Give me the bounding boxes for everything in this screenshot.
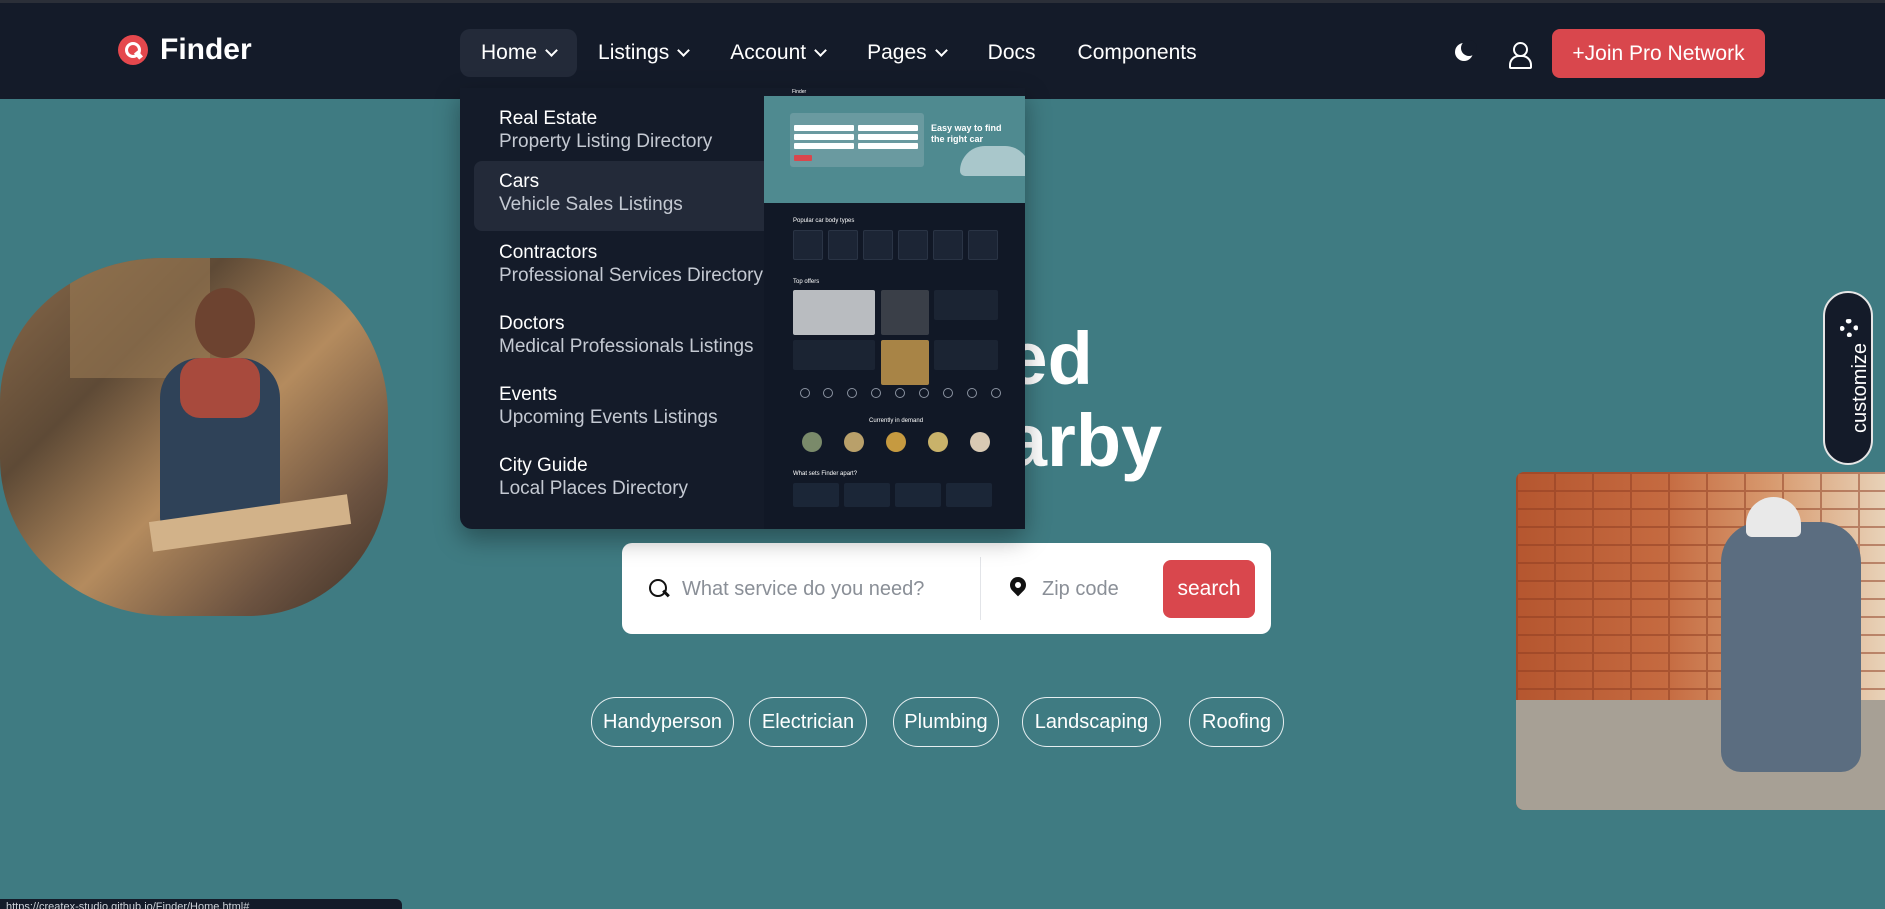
preview-hero: Finder Easy way to find the right car — [764, 88, 1025, 203]
customize-label: customize — [1849, 342, 1871, 433]
nav-components-label: Components — [1077, 41, 1197, 64]
menu-item-subtitle: Vehicle Sales Listings — [499, 194, 683, 215]
brand-name: Finder — [160, 33, 252, 66]
customize-button[interactable]: customize — [1823, 291, 1873, 465]
home-dropdown-menu: Real Estate Property Listing Directory C… — [460, 88, 1025, 529]
menu-item-title: Real Estate — [499, 108, 598, 129]
join-pro-network-button[interactable]: +Join Pro Network — [1552, 29, 1765, 78]
service-search-input[interactable] — [682, 568, 982, 610]
chevron-down-icon — [545, 44, 558, 57]
preview-section-title: What sets Finder apart? — [793, 471, 858, 477]
preview-search-form — [790, 113, 924, 167]
preview-navbar: Finder — [764, 88, 1025, 96]
nav-home-label: Home — [481, 41, 538, 64]
search-icon — [649, 579, 669, 599]
chip-landscaping[interactable]: Landscaping — [1022, 697, 1161, 747]
location-pin-icon — [1009, 577, 1027, 599]
chevron-down-icon — [934, 44, 948, 57]
chip-electrician[interactable]: Electrician — [749, 697, 867, 747]
nav-listings-label: Listings — [598, 41, 670, 64]
menu-item-subtitle: Property Listing Directory — [499, 131, 713, 152]
menu-item-subtitle: Local Places Directory — [499, 478, 689, 499]
menu-item-events[interactable]: Events Upcoming Events Listings — [474, 374, 774, 444]
menu-item-doctors[interactable]: Doctors Medical Professionals Listings — [474, 303, 774, 373]
cars-page-preview[interactable]: Finder Easy way to find the right car Po… — [764, 88, 1025, 529]
menu-item-real-estate[interactable]: Real Estate Property Listing Directory — [474, 98, 774, 168]
chip-handyperson[interactable]: Handyperson — [591, 697, 734, 747]
nav-listings[interactable]: Listings — [577, 29, 709, 77]
user-account-icon[interactable] — [1507, 41, 1532, 69]
chevron-down-icon — [677, 44, 691, 57]
nav-docs[interactable]: Docs — [967, 29, 1057, 77]
menu-item-subtitle: Upcoming Events Listings — [499, 407, 718, 428]
menu-item-cars[interactable]: Cars Vehicle Sales Listings — [474, 161, 774, 231]
brand-logo[interactable]: Finder — [118, 33, 252, 67]
zip-code-input[interactable] — [1042, 568, 1152, 610]
preview-section-title: Popular car body types — [793, 218, 855, 224]
nav-account[interactable]: Account — [709, 29, 846, 77]
preview-logo-text: Finder — [792, 89, 807, 95]
chip-plumbing[interactable]: Plumbing — [893, 697, 999, 747]
chevron-down-icon — [814, 44, 827, 57]
dark-mode-toggle-icon[interactable] — [1453, 40, 1477, 65]
category-chips: Handyperson Electrician Plumbing Landsca… — [0, 697, 1885, 747]
menu-item-contractors[interactable]: Contractors Professional Services Direct… — [474, 232, 774, 302]
bricklayer-photo — [1516, 472, 1885, 810]
menu-item-title: Events — [499, 384, 558, 405]
preview-section-title: Top offers — [793, 279, 820, 285]
nav-pages-label: Pages — [867, 41, 927, 64]
menu-item-subtitle: Professional Services Directory — [499, 265, 763, 286]
service-search-form: search — [622, 543, 1271, 634]
preview-car-image — [960, 146, 1025, 176]
menu-item-title: Cars — [499, 171, 540, 192]
gear-icon — [1840, 319, 1858, 337]
menu-item-city-guide[interactable]: City Guide Local Places Directory — [474, 445, 774, 515]
carpenter-photo — [0, 258, 388, 616]
main-nav: Home Listings Account Pages Docs Compone… — [460, 29, 1218, 77]
finder-logo-icon — [118, 35, 148, 65]
nav-home[interactable]: Home — [460, 29, 578, 77]
menu-item-title: Contractors — [499, 242, 598, 263]
status-bar-url: https://createx-studio.github.io/Finder/… — [0, 899, 402, 909]
nav-pages[interactable]: Pages — [846, 29, 967, 77]
top-navbar: Finder Home Listings Account Pages Docs … — [0, 0, 1885, 99]
preview-headline: Easy way to find the right car — [931, 123, 1002, 144]
search-button[interactable]: search — [1163, 560, 1255, 618]
nav-components[interactable]: Components — [1057, 29, 1218, 77]
nav-docs-label: Docs — [987, 41, 1036, 64]
preview-section-title: Currently in demand — [869, 418, 924, 424]
search-divider — [980, 557, 981, 620]
nav-account-label: Account — [730, 41, 807, 64]
menu-item-title: Doctors — [499, 313, 565, 334]
chip-roofing[interactable]: Roofing — [1189, 697, 1284, 747]
menu-item-subtitle: Medical Professionals Listings — [499, 336, 754, 357]
menu-item-title: City Guide — [499, 455, 588, 476]
